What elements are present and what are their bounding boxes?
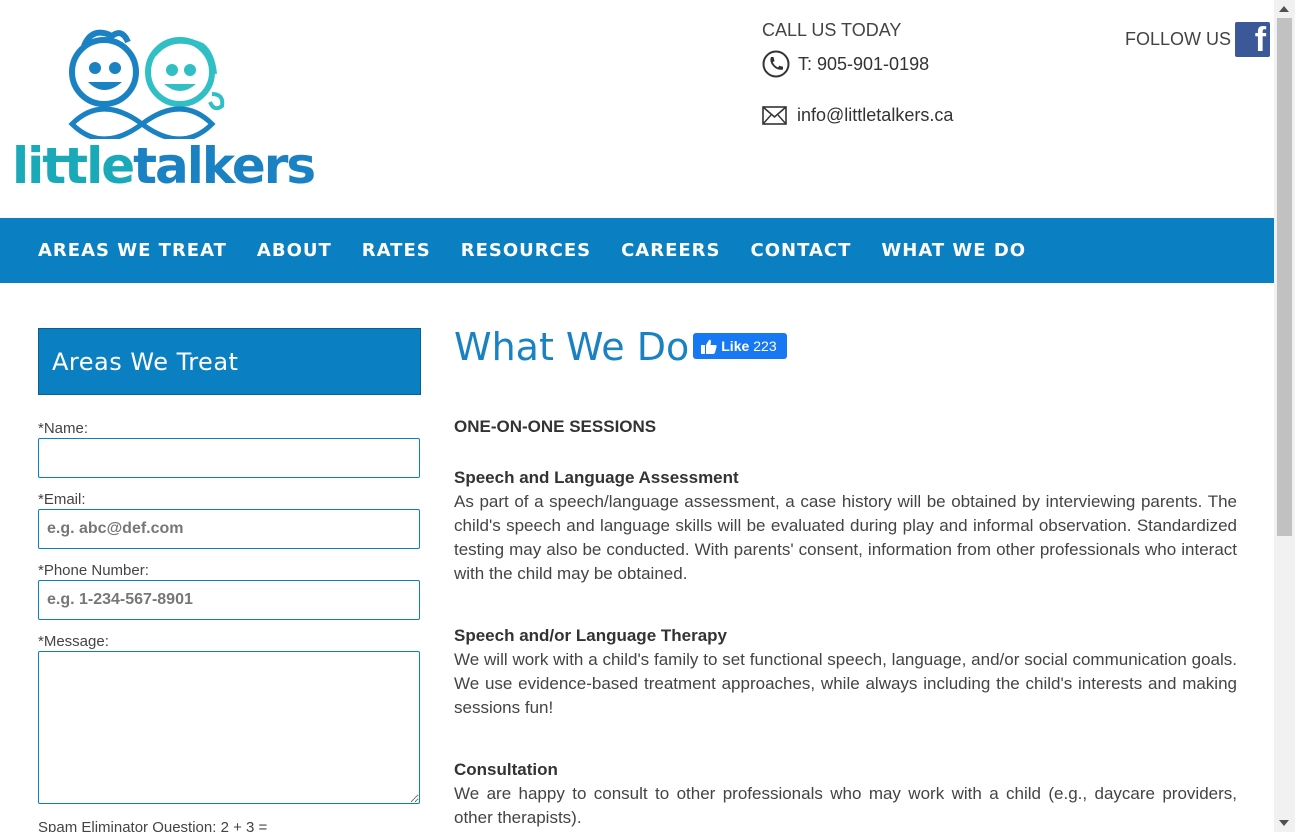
phone-label: *Phone Number:: [38, 562, 149, 579]
scroll-down-arrow-icon[interactable]: [1279, 820, 1289, 826]
service-heading: Speech and Language Assessment: [454, 468, 739, 487]
sidebar-title: Areas We Treat: [38, 328, 421, 395]
scroll-up-arrow-icon[interactable]: [1279, 6, 1289, 12]
service-block: Speech and/or Language Therapy We will w…: [454, 624, 1237, 720]
page-title-row: What We Do Like 223: [454, 325, 787, 370]
facebook-like-button[interactable]: Like 223: [693, 333, 787, 359]
nav-what-we-do[interactable]: WHAT WE DO: [881, 240, 1026, 261]
page-title: What We Do: [454, 325, 690, 369]
email-address[interactable]: info@littletalkers.ca: [797, 105, 953, 126]
email-label: *Email:: [38, 491, 86, 508]
logo-wordmark: littletalkers: [12, 136, 316, 196]
mail-icon: [762, 106, 787, 125]
follow-us-label: FOLLOW US: [1125, 29, 1232, 49]
vertical-scrollbar[interactable]: [1274, 0, 1295, 832]
nav-areas-we-treat[interactable]: AREAS WE TREAT: [38, 240, 227, 261]
nav-rates[interactable]: RATES: [362, 240, 431, 261]
like-count: 223: [753, 338, 777, 354]
email-contact[interactable]: info@littletalkers.ca: [762, 105, 953, 126]
nav-careers[interactable]: CAREERS: [621, 240, 720, 261]
message-label: *Message:: [38, 633, 109, 650]
nav-about[interactable]: ABOUT: [257, 240, 332, 261]
site-logo[interactable]: littletalkers: [12, 24, 316, 199]
nav-resources[interactable]: RESOURCES: [461, 240, 591, 261]
service-heading: Speech and/or Language Therapy: [454, 626, 728, 645]
service-heading: Consultation: [454, 760, 558, 779]
main-content: ONE-ON-ONE SESSIONS Speech and Language …: [454, 415, 1237, 832]
phone-field[interactable]: [38, 580, 420, 620]
service-block: Speech and Language Assessment As part o…: [454, 466, 1237, 586]
section-heading: ONE-ON-ONE SESSIONS: [454, 417, 657, 436]
logo-word-little: little: [12, 137, 135, 195]
phone-contact[interactable]: T: 905-901-0198: [762, 50, 929, 78]
like-label: Like: [721, 338, 750, 354]
service-description: We are happy to consult to other profess…: [454, 784, 1237, 827]
logo-word-talkers: talkers: [133, 137, 316, 195]
name-field[interactable]: [38, 438, 420, 478]
scrollbar-thumb[interactable]: [1277, 18, 1292, 536]
spam-question-label: Spam Eliminator Question: 2 + 3 =: [38, 819, 268, 832]
phone-icon: [762, 50, 790, 78]
main-nav: AREAS WE TREAT ABOUT RATES RESOURCES CAR…: [0, 218, 1274, 283]
service-block: Consultation We are happy to consult to …: [454, 758, 1237, 830]
email-field[interactable]: [38, 509, 420, 549]
page: littletalkers CALL US TODAY T: 905-901-0…: [0, 0, 1274, 832]
nav-contact[interactable]: CONTACT: [751, 240, 852, 261]
name-label: *Name:: [38, 420, 89, 437]
service-description: As part of a speech/language assessment,…: [454, 492, 1237, 583]
facebook-icon[interactable]: f: [1235, 22, 1271, 57]
phone-number[interactable]: T: 905-901-0198: [798, 54, 929, 75]
logo-kids-icon: [68, 29, 225, 139]
message-field[interactable]: [38, 651, 420, 804]
follow-us: FOLLOW US f: [1125, 22, 1271, 57]
call-us-label: CALL US TODAY: [762, 20, 902, 40]
thumbs-up-icon: [701, 339, 717, 354]
service-description: We will work with a child's family to se…: [454, 650, 1237, 717]
